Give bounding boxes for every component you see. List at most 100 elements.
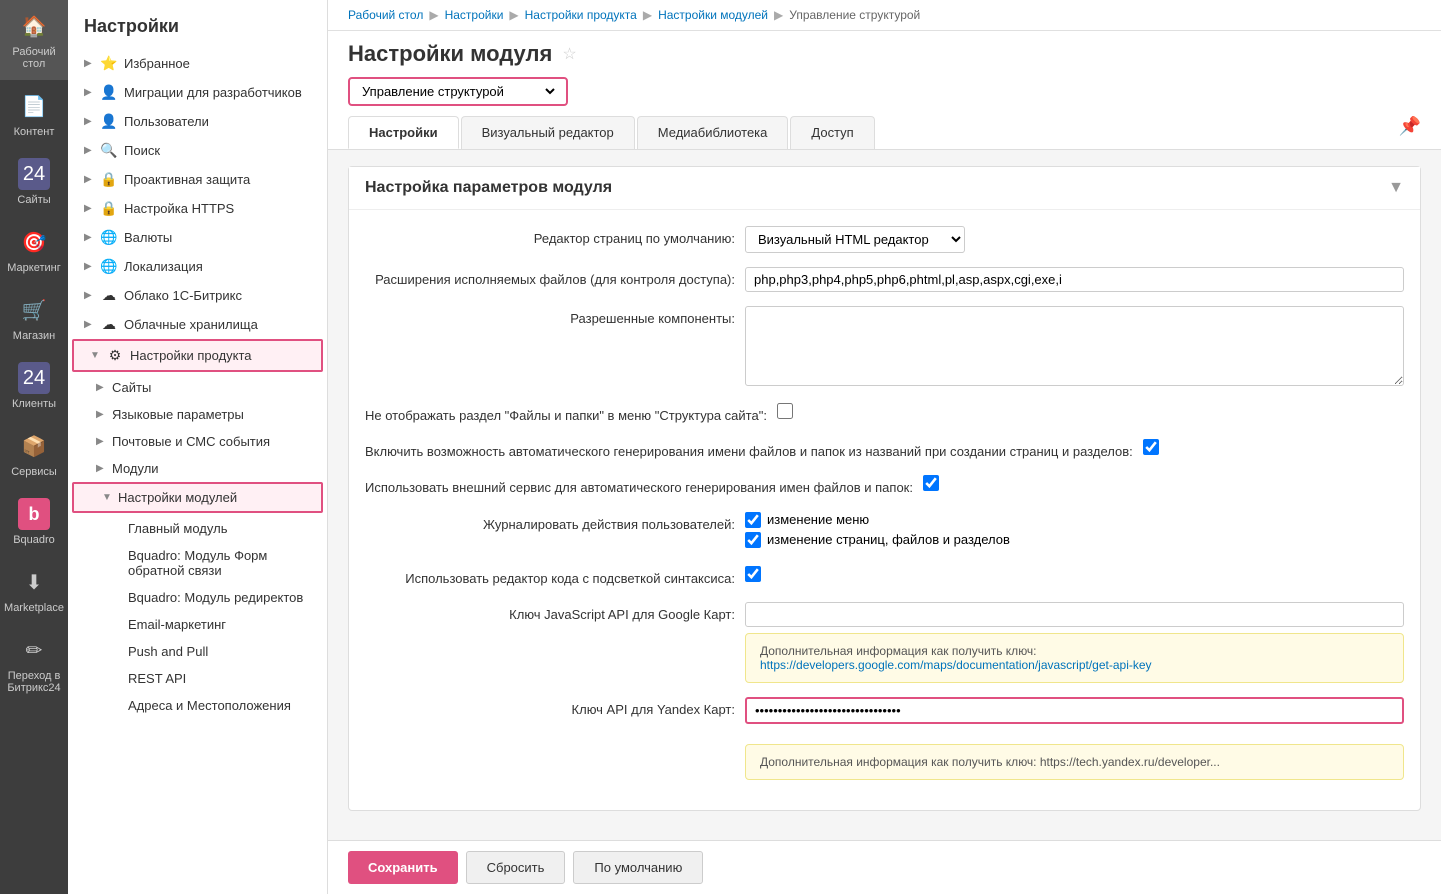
- google-maps-info-text: Дополнительная информация как получить к…: [760, 644, 1037, 658]
- localization-icon: 🌐: [100, 258, 118, 275]
- auto-file-names-checkbox[interactable]: [1143, 439, 1159, 455]
- hide-files-menu-checkbox[interactable]: [777, 403, 793, 419]
- sidebar-icon-marketplace[interactable]: ⬇ Marketplace: [0, 556, 68, 624]
- google-maps-input[interactable]: [745, 602, 1404, 627]
- yandex-maps-control: [745, 697, 1404, 724]
- form-row-log-user-actions: Журналировать действия пользователей: из…: [365, 512, 1404, 552]
- sidebar-icon-bquadro[interactable]: b Bquadro: [0, 488, 68, 556]
- shop-icon: 🛒: [18, 294, 50, 326]
- sidebar-item-label: Почтовые и СМС события: [112, 434, 270, 449]
- sidebar-item-search[interactable]: ▶ 🔍 Поиск: [68, 136, 327, 165]
- services-icon: 📦: [18, 430, 50, 462]
- currency-icon: 🌐: [100, 229, 118, 246]
- log-page-changes-checkbox[interactable]: [745, 532, 761, 548]
- reset-button[interactable]: Сбросить: [466, 851, 566, 884]
- external-service-checkbox[interactable]: [923, 475, 939, 491]
- sidebar-item-sites-sub[interactable]: ▶ Сайты: [68, 374, 327, 401]
- sidebar-item-label: Bquadro: Модуль редиректов: [128, 590, 303, 605]
- text-sidebar: Настройки ▶ ⭐ Избранное ▶ 👤 Миграции для…: [68, 0, 328, 894]
- yandex-maps-input[interactable]: [745, 697, 1404, 724]
- log-page-changes-label: изменение страниц, файлов и разделов: [767, 532, 1010, 547]
- sidebar-item-cloudstorage[interactable]: ▶ ☁ Облачные хранилища: [68, 310, 327, 339]
- sidebar-icon-desktop[interactable]: 🏠 Рабочий стол: [0, 0, 68, 80]
- arrow-icon: ▶: [84, 58, 94, 69]
- migrations-icon: 👤: [100, 84, 118, 101]
- default-editor-select[interactable]: Визуальный HTML редактор Текстовый редак…: [745, 226, 965, 253]
- sidebar-item-main-module[interactable]: ▶ Главный модуль: [68, 515, 327, 542]
- log-menu-changes-checkbox[interactable]: [745, 512, 761, 528]
- sidebar-item-migrations[interactable]: ▶ 👤 Миграции для разработчиков: [68, 78, 327, 107]
- sidebar-icon-label: Переход в Битрикс24: [4, 670, 64, 694]
- breadcrumb-settings[interactable]: Настройки: [445, 8, 504, 22]
- save-button[interactable]: Сохранить: [348, 851, 458, 884]
- sidebar-item-label: REST API: [128, 671, 186, 686]
- default-button[interactable]: По умолчанию: [573, 851, 703, 884]
- content-area: Настройка параметров модуля ▼ Редактор с…: [328, 150, 1441, 840]
- pin-icon[interactable]: 📌: [1399, 116, 1421, 149]
- sidebar-item-label: Пользователи: [124, 114, 209, 129]
- sidebar-item-label: Bquadro: Модуль Форм обратной связи: [128, 548, 319, 578]
- icon-sidebar: 🏠 Рабочий стол 📄 Контент 24 Сайты 🎯 Марк…: [0, 0, 68, 894]
- users-icon: 👤: [100, 113, 118, 130]
- sidebar-icon-shop[interactable]: 🛒 Магазин: [0, 284, 68, 352]
- sidebar-item-bquadro-forms[interactable]: ▶ Bquadro: Модуль Форм обратной связи: [68, 542, 327, 584]
- allowed-components-textarea[interactable]: [745, 306, 1404, 386]
- sidebar-item-label: Модули: [112, 461, 159, 476]
- sidebar-item-product-settings[interactable]: ▼ ⚙ Настройки продукта: [74, 341, 321, 370]
- hide-files-menu-control: [777, 403, 1404, 422]
- breadcrumb-desktop[interactable]: Рабочий стол: [348, 8, 423, 22]
- sidebar-item-favorites[interactable]: ▶ ⭐ Избранное: [68, 49, 327, 78]
- arrow-icon: ▶: [96, 436, 106, 447]
- desktop-icon: 🏠: [18, 10, 50, 42]
- sidebar-item-label: Проактивная защита: [124, 172, 250, 187]
- favorite-star-icon[interactable]: ☆: [562, 44, 576, 64]
- page-header: Настройки модуля ☆ Управление структурой…: [328, 31, 1441, 150]
- arrow-icon: ▶: [96, 409, 106, 420]
- sidebar-item-mail-sms[interactable]: ▶ Почтовые и СМС события: [68, 428, 327, 455]
- sidebar-item-currency[interactable]: ▶ 🌐 Валюты: [68, 223, 327, 252]
- arrow-icon: ▶: [84, 232, 94, 243]
- sidebar-item-label: Локализация: [124, 259, 203, 274]
- sidebar-item-label: Главный модуль: [128, 521, 227, 536]
- code-syntax-checkbox[interactable]: [745, 566, 761, 582]
- sidebar-icon-clients[interactable]: 24 Клиенты: [0, 352, 68, 420]
- sidebar-item-module-settings[interactable]: ▼ Настройки модулей: [74, 484, 321, 511]
- sidebar-item-email-marketing[interactable]: ▶ Email-маркетинг: [68, 611, 327, 638]
- exec-extensions-label: Расширения исполняемых файлов (для контр…: [365, 267, 735, 289]
- sidebar-item-rest-api[interactable]: ▶ REST API: [68, 665, 327, 692]
- google-maps-info: Дополнительная информация как получить к…: [745, 633, 1404, 683]
- log-user-actions-control: изменение меню изменение страниц, файлов…: [745, 512, 1404, 552]
- tab-visual-editor[interactable]: Визуальный редактор: [461, 116, 635, 149]
- tab-settings[interactable]: Настройки: [348, 116, 459, 149]
- sidebar-item-modules[interactable]: ▶ Модули: [68, 455, 327, 482]
- sidebar-item-users[interactable]: ▶ 👤 Пользователи: [68, 107, 327, 136]
- sidebar-item-addresses[interactable]: ▶ Адреса и Местоположения: [68, 692, 327, 719]
- sidebar-item-lang-params[interactable]: ▶ Языковые параметры: [68, 401, 327, 428]
- search-icon: 🔍: [100, 142, 118, 159]
- breadcrumb-product-settings[interactable]: Настройки продукта: [525, 8, 637, 22]
- google-maps-info-link[interactable]: https://developers.google.com/maps/docum…: [760, 658, 1152, 672]
- sidebar-icon-label: Маркетинг: [7, 262, 60, 274]
- tab-access[interactable]: Доступ: [790, 116, 874, 149]
- sidebar-item-https[interactable]: ▶ 🔒 Настройка HTTPS: [68, 194, 327, 223]
- sidebar-icon-services[interactable]: 📦 Сервисы: [0, 420, 68, 488]
- sidebar-icon-marketing[interactable]: 🎯 Маркетинг: [0, 216, 68, 284]
- breadcrumb-current: Управление структурой: [789, 8, 920, 22]
- content-icon: 📄: [18, 90, 50, 122]
- exec-extensions-input[interactable]: [745, 267, 1404, 292]
- sidebar-icon-bitrix24[interactable]: ✏ Переход в Битрикс24: [0, 624, 68, 704]
- sidebar-icon-sites[interactable]: 24 Сайты: [0, 148, 68, 216]
- sidebar-icon-content[interactable]: 📄 Контент: [0, 80, 68, 148]
- breadcrumb-module-settings[interactable]: Настройки модулей: [658, 8, 768, 22]
- marketing-icon: 🎯: [18, 226, 50, 258]
- sidebar-item-bquadro-redirects[interactable]: ▶ Bquadro: Модуль редиректов: [68, 584, 327, 611]
- sidebar-item-proactive[interactable]: ▶ 🔒 Проактивная защита: [68, 165, 327, 194]
- tab-media-library[interactable]: Медиабиблиотека: [637, 116, 789, 149]
- arrow-icon: ▼: [90, 350, 100, 361]
- sidebar-item-localization[interactable]: ▶ 🌐 Локализация: [68, 252, 327, 281]
- sidebar-item-push-pull[interactable]: ▶ Push and Pull: [68, 638, 327, 665]
- collapse-icon[interactable]: ▼: [1388, 179, 1404, 197]
- module-selector[interactable]: Управление структурой Главный модуль Ema…: [358, 83, 558, 100]
- arrow-icon: ▶: [84, 261, 94, 272]
- sidebar-item-cloud1c[interactable]: ▶ ☁ Облако 1С-Битрикс: [68, 281, 327, 310]
